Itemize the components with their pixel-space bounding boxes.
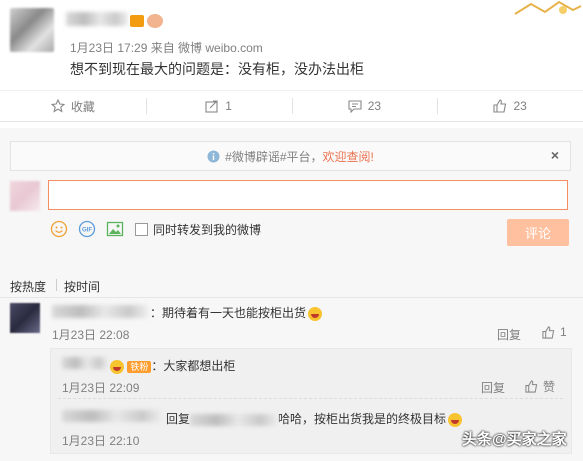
action-bar: 收藏 1 23 23 [0, 90, 583, 122]
laugh-emoji-icon [448, 412, 463, 427]
author-avatar[interactable] [10, 8, 54, 52]
sub-comment-text-2: 回复 哈哈，按柜出货我是的终极目标 [166, 410, 463, 427]
reply-button[interactable]: 回复 [497, 326, 521, 343]
forward-button[interactable]: 1 [145, 91, 292, 121]
post-text: 想不到现在最大的问题是：没有柜，没办法出柜 [70, 61, 364, 77]
forward-checkbox-label: 同时转发到我的微博 [153, 223, 262, 237]
sub-commenter-name-2[interactable] [62, 410, 162, 422]
comment-count: 23 [367, 99, 382, 113]
fans-badge: 铁粉 [127, 360, 152, 373]
sub-like-button[interactable]: 赞 [525, 378, 555, 395]
notice-link[interactable]: 欢迎查阅! [323, 148, 374, 165]
favorite-button[interactable]: 收藏 [0, 91, 146, 121]
comment-icon [348, 100, 362, 113]
close-icon[interactable]: × [551, 147, 559, 163]
sub-comment-time-2: 1月23日 22:10 [62, 434, 140, 448]
sub-commenter-name[interactable] [62, 357, 108, 369]
like-icon [542, 325, 555, 339]
commenter-name[interactable] [52, 305, 148, 318]
watermark: 头条@买家之家 [462, 431, 567, 448]
like-count: 23 [513, 99, 527, 113]
forward-checkbox-row[interactable]: 同时转发到我的微博 [135, 221, 261, 238]
sub-comment-text-body-2: 哈哈，按柜出货我是的终极目标 [278, 412, 447, 426]
reply-target-name[interactable] [190, 413, 279, 426]
like-icon [525, 380, 538, 393]
comment-text-body: ：期待着有一天也能按柜出货 [150, 306, 307, 320]
sort-underline [0, 297, 583, 298]
like-icon [493, 99, 507, 113]
sub-comment-time: 1月23日 22:09 [62, 381, 140, 395]
sub-comment-divider [58, 398, 563, 399]
comment-like-button[interactable]: 1 [542, 325, 567, 339]
favorite-label: 收藏 [70, 99, 95, 114]
sub-like-label: 赞 [543, 380, 556, 394]
rumor-notice-bar: #微博辟谣#平台， 欢迎查阅! [10, 141, 571, 171]
image-icon[interactable] [106, 220, 124, 238]
notice-text: #微博辟谣#平台， [225, 149, 323, 164]
star-icon [50, 99, 65, 113]
post-meta: 1月23日 17:29 来自 微博 weibo.com [70, 41, 263, 55]
commenter-avatar[interactable] [10, 303, 40, 333]
info-icon [207, 150, 220, 162]
reply-prefix: 回复 [166, 412, 191, 426]
cow-avatar-icon [147, 14, 163, 28]
comment-time: 1月23日 22:08 [52, 328, 130, 342]
sub-comment-text-body: ：大家都想出柜 [151, 359, 236, 373]
level-badge-icon [130, 15, 144, 27]
sub-reply-button[interactable]: 回复 [481, 379, 505, 396]
comment-like-count: 1 [560, 325, 567, 339]
laugh-emoji-icon [308, 306, 323, 321]
sub-comment-text: 铁粉 ：大家都想出柜 [110, 357, 235, 374]
crown-emoji-icon [110, 359, 124, 374]
comment-input[interactable] [48, 180, 568, 210]
gif-icon[interactable]: GIF [78, 220, 96, 238]
forward-checkbox[interactable] [135, 223, 148, 236]
comment-button[interactable]: 23 [291, 91, 438, 121]
current-user-avatar [10, 181, 40, 211]
comment-text: ：期待着有一天也能按柜出货 [150, 304, 323, 321]
forward-count: 1 [225, 99, 232, 113]
sort-divider [56, 279, 57, 291]
decoration-ribbon-icon [513, 0, 583, 18]
sort-by-time[interactable]: 按时间 [64, 278, 100, 295]
emoji-icon[interactable] [50, 220, 68, 238]
svg-text:GIF: GIF [82, 228, 92, 234]
sort-by-hot[interactable]: 按热度 [10, 278, 46, 295]
like-button[interactable]: 23 [437, 91, 583, 121]
author-name[interactable] [66, 12, 128, 26]
submit-comment-button[interactable]: 评论 [507, 219, 569, 246]
forward-icon [205, 100, 218, 113]
